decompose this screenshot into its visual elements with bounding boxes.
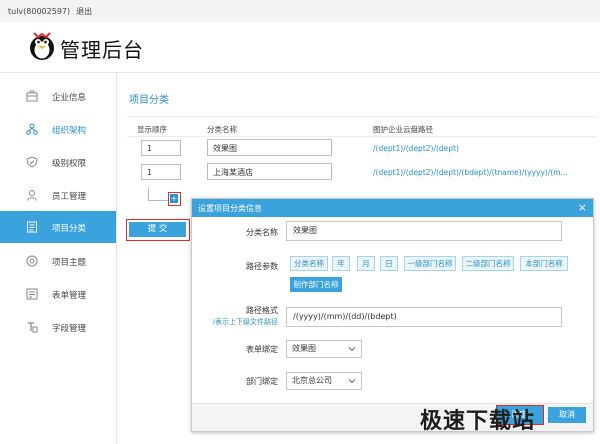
param-chip-active[interactable]: 制作部门名称 [290, 277, 342, 292]
sidebar-item-company-info[interactable]: 企业信息 [0, 80, 116, 112]
param-chip[interactable]: 日 [380, 256, 398, 271]
briefcase-icon [26, 90, 38, 102]
divider [127, 116, 597, 117]
dialog-name-input[interactable]: 效果图 [286, 221, 562, 241]
document-list-icon [27, 221, 37, 233]
chevron-down-icon [348, 379, 356, 384]
logout-link[interactable]: 退出 [76, 7, 92, 16]
form-bind-label: 表单绑定 [246, 345, 278, 354]
format-hint: /表示上下级文件路径 [212, 318, 278, 326]
watermark: 极速下载站 [420, 409, 536, 434]
param-chip[interactable]: 年 [332, 256, 350, 271]
dialog-title: 设置项目分类信息 [198, 204, 262, 213]
category-settings-dialog: 设置项目分类信息 × 分类名称 效果图 路径参数 分类名称 年 月 日 一级部门… [191, 198, 594, 432]
dept-bind-value: 北京总公司 [292, 376, 332, 385]
format-label: 路径格式 [246, 306, 278, 315]
path-link[interactable]: /(dept1)/(dept2)/(dept)/(bdept)/(tname)/… [373, 168, 568, 177]
add-child-highlight: + [168, 192, 181, 206]
username: tulv(80002597) [8, 7, 71, 16]
sidebar-item-label: 组织架构 [52, 126, 87, 136]
tree-connector [148, 187, 149, 200]
form-bind-value: 效果图 [292, 344, 316, 353]
close-icon[interactable]: × [578, 201, 587, 214]
sidebar-item-project-category[interactable]: 项目分类 [0, 211, 116, 243]
sidebar-item-label: 字段管理 [52, 324, 87, 334]
column-header-path: 图护企业云盘路径 [373, 125, 433, 134]
order-input[interactable]: 1 [141, 164, 181, 180]
dialog-header: 设置项目分类信息 × [192, 199, 593, 217]
param-chip[interactable]: 月 [357, 256, 375, 271]
org-chart-icon [26, 123, 38, 135]
text-field-icon [28, 322, 38, 333]
sidebar-item-form-management[interactable]: 表单管理 [0, 278, 116, 310]
dialog-format-input[interactable]: /(yyyy)/(mm)/(dd)/(bdept) [286, 307, 562, 327]
page-title: 项目分类 [129, 95, 169, 106]
form-icon [26, 288, 38, 300]
category-name-input[interactable]: 上海某酒店 [207, 163, 332, 180]
sidebar-item-field-management[interactable]: 字段管理 [0, 311, 116, 343]
path-link[interactable]: /(dept1)/(dept2)/(dept) [373, 144, 459, 153]
brand-header: 管理后台 [0, 22, 600, 73]
sidebar-item-label: 项目主题 [52, 258, 87, 268]
column-header-order: 显示顺序 [137, 125, 167, 134]
sidebar-item-label: 企业信息 [52, 93, 87, 103]
column-header-name: 分类名称 [207, 125, 237, 134]
sidebar-item-label: 表单管理 [52, 291, 87, 301]
shield-icon [26, 156, 38, 168]
dept-bind-select[interactable]: 北京总公司 [286, 372, 362, 390]
sidebar-item-org-structure[interactable]: 组织架构 [0, 113, 116, 145]
order-input[interactable]: 1 [141, 140, 181, 156]
sidebar-item-staff[interactable]: 员工管理 [0, 179, 116, 211]
params-label: 路径参数 [246, 262, 278, 271]
category-name-input[interactable]: 效果图 [207, 139, 332, 156]
sidebar: 企业信息 组织架构 级别权限 员工管理 项目分类 项目主题 表单管理 字段管理 [0, 73, 117, 444]
submit-button[interactable]: 提 交 [129, 222, 186, 237]
param-chip[interactable]: 一级部门名称 [404, 256, 456, 271]
submit-highlight: 提 交 [126, 219, 190, 241]
sidebar-item-label: 项目分类 [52, 224, 87, 234]
sidebar-item-project-theme[interactable]: 项目主题 [0, 245, 116, 277]
user-icon [27, 190, 37, 201]
chevron-down-icon [348, 347, 356, 352]
user-info: tulv(80002597) 退出 [8, 6, 92, 17]
add-category-button[interactable]: + [170, 194, 178, 203]
sidebar-item-label: 级别权限 [52, 159, 87, 169]
divider [127, 136, 597, 137]
form-bind-select[interactable]: 效果图 [286, 340, 362, 358]
app-title: 管理后台 [60, 38, 144, 62]
param-chip[interactable]: 本部门名称 [520, 256, 568, 271]
param-chip[interactable]: 二级部门名称 [462, 256, 514, 271]
name-label: 分类名称 [246, 228, 278, 237]
penguin-logo-icon [30, 32, 54, 60]
param-chip[interactable]: 分类名称 [290, 256, 328, 271]
cancel-button[interactable]: 取消 [548, 407, 586, 423]
dept-bind-label: 部门绑定 [246, 377, 278, 386]
target-icon [26, 255, 38, 267]
sidebar-item-level-permissions[interactable]: 级别权限 [0, 146, 116, 178]
top-bar: tulv(80002597) 退出 [0, 0, 600, 23]
sidebar-item-label: 员工管理 [52, 192, 87, 202]
